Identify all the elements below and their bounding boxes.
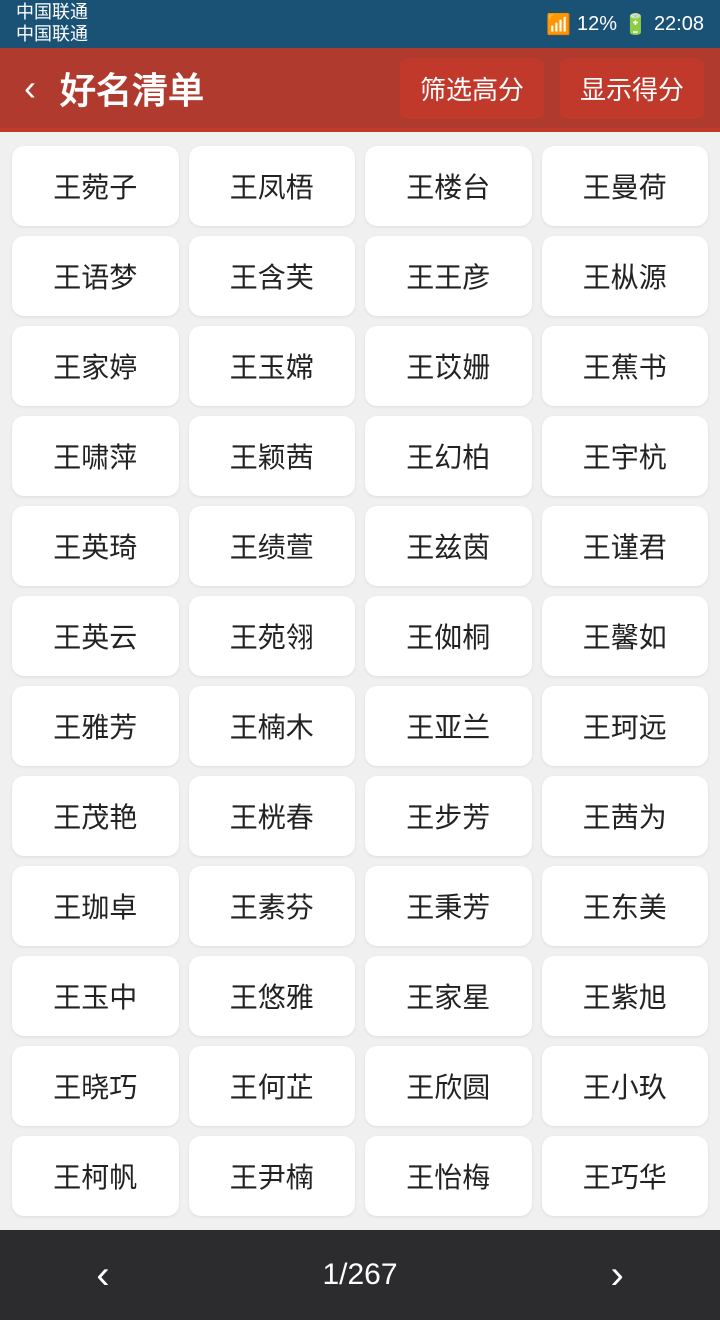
list-item[interactable]: 王晓巧 bbox=[12, 1046, 179, 1126]
list-item[interactable]: 王玉中 bbox=[12, 956, 179, 1036]
prev-page-button[interactable]: ‹ bbox=[0, 1230, 206, 1320]
list-item[interactable]: 王悠雅 bbox=[189, 956, 356, 1036]
list-item[interactable]: 王何芷 bbox=[189, 1046, 356, 1126]
list-item[interactable]: 王亚兰 bbox=[365, 686, 532, 766]
status-bar: 中国联通 中国联通 📶 12% 🔋 22:08 bbox=[0, 0, 720, 48]
signal-icon: 📶 bbox=[546, 12, 571, 37]
status-right: 📶 12% 🔋 22:08 bbox=[546, 12, 704, 37]
list-item[interactable]: 王步芳 bbox=[365, 776, 532, 856]
page-title: 好名清单 bbox=[60, 62, 384, 114]
list-item[interactable]: 王蕉书 bbox=[542, 326, 709, 406]
list-item[interactable]: 王楼台 bbox=[365, 146, 532, 226]
list-item[interactable]: 王幻柏 bbox=[365, 416, 532, 496]
list-item[interactable]: 王枞源 bbox=[542, 236, 709, 316]
list-item[interactable]: 王含芙 bbox=[189, 236, 356, 316]
list-item[interactable]: 王兹茵 bbox=[365, 506, 532, 586]
list-item[interactable]: 王柯帆 bbox=[12, 1136, 179, 1216]
list-item[interactable]: 王英琦 bbox=[12, 506, 179, 586]
list-item[interactable]: 王家星 bbox=[365, 956, 532, 1036]
list-item[interactable]: 王尹楠 bbox=[189, 1136, 356, 1216]
list-item[interactable]: 王苑翎 bbox=[189, 596, 356, 676]
list-item[interactable]: 王雅芳 bbox=[12, 686, 179, 766]
list-item[interactable]: 王英云 bbox=[12, 596, 179, 676]
list-item[interactable]: 王馨如 bbox=[542, 596, 709, 676]
list-item[interactable]: 王欣圆 bbox=[365, 1046, 532, 1126]
list-item[interactable]: 王楠木 bbox=[189, 686, 356, 766]
list-item[interactable]: 王珂远 bbox=[542, 686, 709, 766]
list-item[interactable]: 王玉嫦 bbox=[189, 326, 356, 406]
list-item[interactable]: 王桄春 bbox=[189, 776, 356, 856]
list-item[interactable]: 王小玖 bbox=[542, 1046, 709, 1126]
back-button[interactable]: ‹ bbox=[16, 59, 44, 117]
list-item[interactable]: 王王彦 bbox=[365, 236, 532, 316]
names-grid: 王菀子王凤梧王楼台王曼荷王语梦王含芙王王彦王枞源王家婷王玉嫦王苡姗王蕉书王啸萍王… bbox=[0, 132, 720, 1230]
list-item[interactable]: 王啸萍 bbox=[12, 416, 179, 496]
battery-level: 12% bbox=[577, 13, 617, 36]
list-item[interactable]: 王颖茜 bbox=[189, 416, 356, 496]
list-item[interactable]: 王曼荷 bbox=[542, 146, 709, 226]
page-indicator: 1/267 bbox=[206, 1258, 515, 1292]
list-item[interactable]: 王东美 bbox=[542, 866, 709, 946]
list-item[interactable]: 王语梦 bbox=[12, 236, 179, 316]
time-display: 22:08 bbox=[654, 13, 704, 36]
show-score-button[interactable]: 显示得分 bbox=[560, 58, 704, 119]
list-item[interactable]: 王侞桐 bbox=[365, 596, 532, 676]
list-item[interactable]: 王家婷 bbox=[12, 326, 179, 406]
list-item[interactable]: 王怡梅 bbox=[365, 1136, 532, 1216]
list-item[interactable]: 王宇杭 bbox=[542, 416, 709, 496]
list-item[interactable]: 王凤梧 bbox=[189, 146, 356, 226]
list-item[interactable]: 王菀子 bbox=[12, 146, 179, 226]
list-item[interactable]: 王谨君 bbox=[542, 506, 709, 586]
list-item[interactable]: 王苡姗 bbox=[365, 326, 532, 406]
header: ‹ 好名清单 筛选高分 显示得分 bbox=[0, 48, 720, 128]
list-item[interactable]: 王茂艳 bbox=[12, 776, 179, 856]
list-item[interactable]: 王巧华 bbox=[542, 1136, 709, 1216]
list-item[interactable]: 王珈卓 bbox=[12, 866, 179, 946]
list-item[interactable]: 王绩萱 bbox=[189, 506, 356, 586]
list-item[interactable]: 王素芬 bbox=[189, 866, 356, 946]
next-page-button[interactable]: › bbox=[514, 1230, 720, 1320]
bottom-navigation: ‹ 1/267 › bbox=[0, 1230, 720, 1320]
list-item[interactable]: 王紫旭 bbox=[542, 956, 709, 1036]
list-item[interactable]: 王秉芳 bbox=[365, 866, 532, 946]
carrier-info: 中国联通 中国联通 bbox=[16, 2, 88, 45]
filter-high-score-button[interactable]: 筛选高分 bbox=[400, 58, 544, 119]
battery-icon: 🔋 bbox=[623, 12, 648, 37]
list-item[interactable]: 王茜为 bbox=[542, 776, 709, 856]
